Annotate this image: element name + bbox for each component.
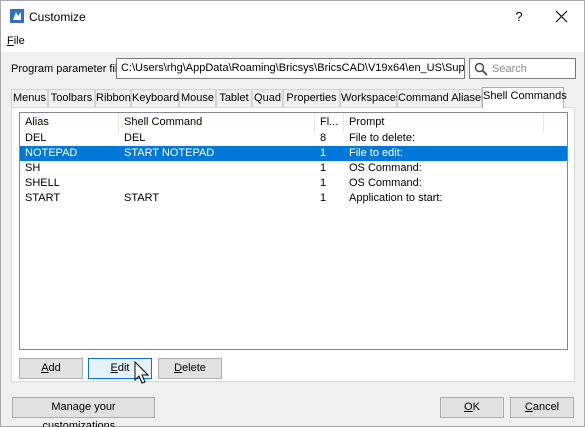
cell-shell-command: START NOTEPAD <box>124 147 215 159</box>
customize-dialog: Customize ? File Program parameter file:… <box>0 0 585 427</box>
ok-button[interactable]: OK <box>440 397 504 418</box>
table-row[interactable]: START START 1 Application to start: <box>20 191 567 206</box>
tab-command-aliases[interactable]: Command Aliases <box>397 89 487 107</box>
cell-alias: DEL <box>25 132 47 144</box>
column-shell-command[interactable]: Shell Command <box>119 113 315 133</box>
tab-menus[interactable]: Menus <box>11 89 48 107</box>
table-row-selected[interactable]: NOTEPAD START NOTEPAD 1 File to edit: <box>20 146 567 161</box>
search-icon <box>474 62 488 76</box>
tab-keyboard[interactable]: Keyboard <box>131 89 179 107</box>
delete-button[interactable]: Delete <box>158 358 222 379</box>
cell-prompt: OS Command: <box>349 177 422 189</box>
cell-alias: START <box>25 192 61 204</box>
shell-commands-list[interactable]: Alias Shell Command Fl... Prompt DEL DEL… <box>19 112 568 350</box>
cell-shell-command <box>119 161 315 176</box>
search-placeholder: Search <box>492 63 527 75</box>
cell-prompt: OS Command: <box>349 162 422 174</box>
tab-shell-commands[interactable]: Shell Commands <box>482 87 567 108</box>
manage-customizations-button[interactable]: Manage your customizations... <box>12 397 155 427</box>
param-file-label: Program parameter file: <box>11 63 127 75</box>
param-file-field[interactable]: C:\Users\rhg\AppData\Roaming\Bricsys\Bri… <box>116 58 465 79</box>
menu-file[interactable]: File <box>7 35 25 47</box>
list-header: Alias Shell Command Fl... Prompt <box>20 113 567 133</box>
window-title: Customize <box>29 10 86 24</box>
cancel-button[interactable]: Cancel <box>510 397 574 418</box>
close-icon <box>555 10 568 23</box>
cell-shell-command <box>119 176 315 191</box>
cell-prompt: Application to start: <box>349 192 443 204</box>
tab-tablet[interactable]: Tablet <box>216 89 252 107</box>
bricscad-app-icon <box>10 9 24 23</box>
cell-alias: NOTEPAD <box>25 147 78 159</box>
tab-workspaces[interactable]: Workspaces <box>340 89 401 107</box>
table-row[interactable]: SHELL 1 OS Command: <box>20 176 567 191</box>
table-row[interactable]: DEL DEL 8 File to delete: <box>20 131 567 146</box>
cell-prompt: File to delete: <box>349 132 416 144</box>
tab-quad[interactable]: Quad <box>252 89 283 107</box>
cell-flag: 1 <box>320 162 327 174</box>
column-flags[interactable]: Fl... <box>315 113 344 133</box>
cell-alias: SHELL <box>25 177 60 189</box>
tab-properties[interactable]: Properties <box>283 89 340 107</box>
tab-mouse[interactable]: Mouse <box>179 89 216 107</box>
cell-shell-command: DEL <box>124 132 146 144</box>
cell-flag: 1 <box>320 192 327 204</box>
table-row[interactable]: SH 1 OS Command: <box>20 161 567 176</box>
cell-shell-command: START <box>124 192 160 204</box>
tab-ribbon[interactable]: Ribbon <box>95 89 131 107</box>
column-prompt[interactable]: Prompt <box>344 113 544 133</box>
menu-bar: File <box>1 32 584 52</box>
title-bar: Customize ? <box>1 1 584 32</box>
close-button[interactable] <box>539 1 584 32</box>
column-alias[interactable]: Alias <box>20 113 119 133</box>
cell-flag: 1 <box>320 147 327 159</box>
help-icon: ? <box>515 9 523 24</box>
mouse-pointer-icon <box>134 361 150 384</box>
cell-flag: 1 <box>320 177 327 189</box>
cell-prompt: File to edit: <box>349 147 403 159</box>
tab-toolbars[interactable]: Toolbars <box>48 89 95 107</box>
help-button[interactable]: ? <box>499 1 539 32</box>
cell-alias: SH <box>25 162 41 174</box>
add-button[interactable]: Add <box>19 358 83 379</box>
search-input[interactable]: Search <box>469 58 576 79</box>
cell-flag: 8 <box>320 132 327 144</box>
